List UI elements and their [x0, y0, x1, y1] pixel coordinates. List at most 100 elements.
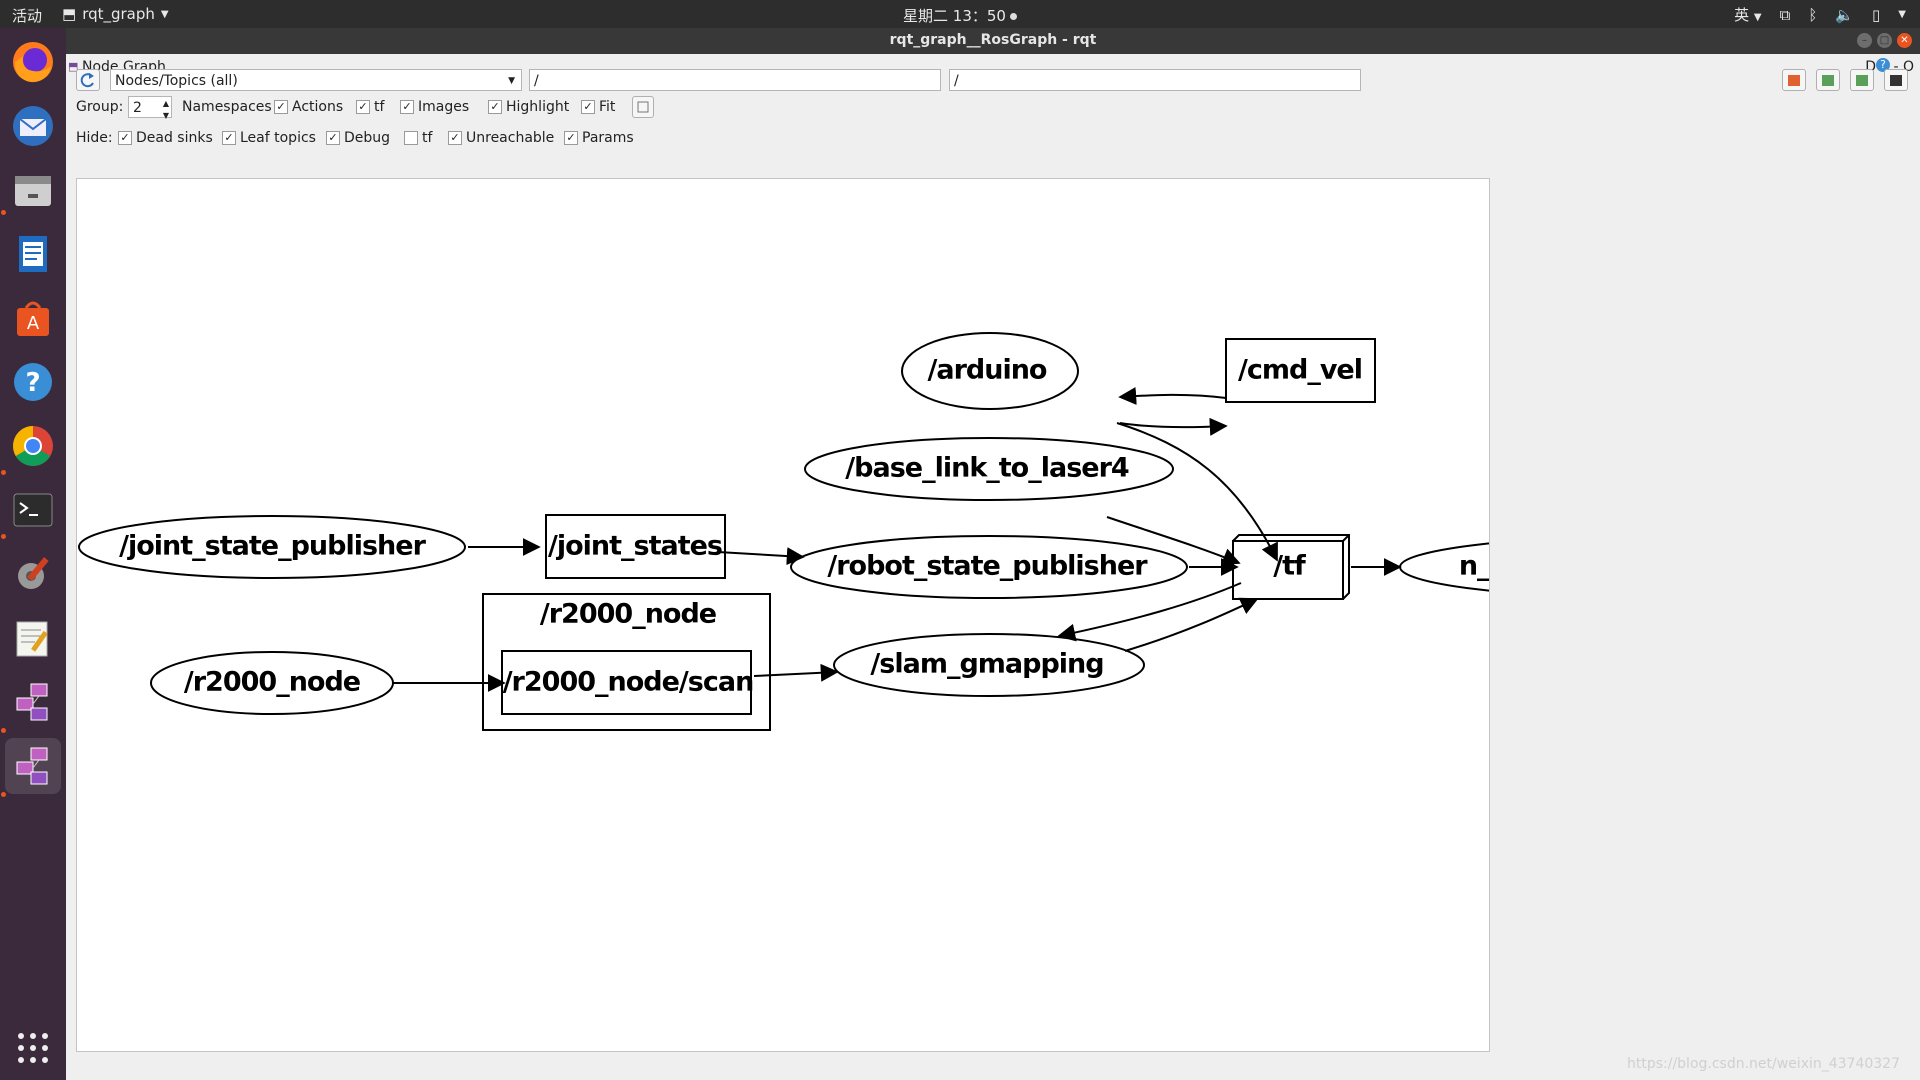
tf-hide-checkbox[interactable]: [404, 131, 418, 145]
software-store-icon: A: [17, 301, 49, 336]
params-checkbox[interactable]: ✓: [564, 131, 578, 145]
unreachable-checkbox[interactable]: ✓: [448, 131, 462, 145]
chrome-icon: [13, 426, 53, 466]
dock-thunderbird[interactable]: [5, 98, 61, 154]
edge-cmd_vel-arduino: [1118, 387, 1227, 405]
rqt-app-icon: ⬒: [62, 5, 77, 23]
dock-writer[interactable]: [5, 226, 61, 282]
fit-checkbox[interactable]: ✓: [581, 100, 595, 114]
show-applications-button[interactable]: [5, 1020, 61, 1076]
dock-help[interactable]: ?: [5, 354, 61, 410]
highlight-checkbox[interactable]: ✓: [488, 100, 502, 114]
topic-filter-input[interactable]: /: [949, 69, 1361, 91]
save-dot-button[interactable]: [1816, 69, 1840, 91]
dock-software[interactable]: A: [5, 290, 61, 346]
help-icon: ?: [14, 363, 52, 401]
save-image-button[interactable]: [1884, 69, 1908, 91]
top-panel: 活动 ⬒ rqt_graph ▼ 星期二 13：50 英 ▼ ⧉ ᛒ 🔈 ▯ ▼: [0, 0, 1920, 28]
ros-graph[interactable]: /arduino /cmd_vel /base_link_to_laser4 /…: [77, 179, 1489, 1051]
graph-labels: /arduino /cmd_vel /base_link_to_laser4 /…: [119, 355, 1489, 698]
chevron-down-icon: ▼: [160, 8, 169, 20]
refresh-button[interactable]: [76, 69, 100, 91]
system-menu-caret-icon[interactable]: ▼: [1898, 9, 1906, 20]
debug-label: Debug: [344, 130, 391, 146]
firefox-icon: [13, 42, 53, 83]
dock-chrome[interactable]: [5, 418, 61, 474]
label-arduino: /arduino: [928, 355, 1047, 386]
hide-label: Hide:: [76, 130, 113, 146]
chevron-down-icon: ▼: [508, 76, 515, 86]
leaf-topics-checkbox[interactable]: ✓: [222, 131, 236, 145]
app-grid-icon: [18, 1033, 48, 1063]
actions-label: Actions: [292, 99, 344, 115]
edge-slam-tf: [1124, 597, 1259, 652]
activities-button[interactable]: 活动: [12, 5, 42, 26]
running-indicator: [1, 728, 6, 733]
input-method-label: 英: [1734, 6, 1750, 24]
actions-checkbox[interactable]: ✓: [274, 100, 288, 114]
unreachable-label: Unreachable: [466, 130, 555, 146]
label-r2000_node: /r2000_node: [184, 667, 360, 698]
group-spinbox[interactable]: 2 ▲ ▼: [128, 96, 172, 120]
app-menu-label: rqt_graph: [82, 5, 155, 23]
edge-arduino-tf: [1116, 422, 1278, 562]
volume-icon[interactable]: 🔈: [1835, 6, 1854, 24]
save-svg-button[interactable]: [1850, 69, 1874, 91]
dock-rqt-1[interactable]: [5, 674, 61, 730]
tf-group-checkbox[interactable]: ✓: [356, 100, 370, 114]
zoom-fit-icon: [637, 101, 649, 113]
close-button[interactable]: ✕: [1897, 33, 1912, 48]
edge-scan-slam: [753, 663, 839, 682]
params-label: Params: [582, 130, 634, 146]
label-rqt_gui: n___rqt_gui_py_node_10242: [1459, 551, 1489, 582]
app-menu[interactable]: ⬒ rqt_graph ▼: [62, 5, 169, 23]
spin-down-icon[interactable]: ▼: [163, 105, 169, 127]
debug-checkbox[interactable]: ✓: [326, 131, 340, 145]
refresh-icon: [80, 73, 94, 88]
dock-files[interactable]: [5, 162, 61, 218]
input-method-indicator[interactable]: 英 ▼: [1734, 4, 1762, 25]
dead-sinks-checkbox[interactable]: ✓: [118, 131, 132, 145]
thunderbird-icon: [13, 106, 53, 146]
edge-arduino-cmd_vel: [1119, 417, 1228, 436]
clock[interactable]: 星期二 13：50: [903, 7, 1017, 25]
label-r2000_scan: /r2000_node/scan: [503, 667, 754, 698]
node-filter-input[interactable]: /: [529, 69, 941, 91]
fit-view-button[interactable]: [632, 96, 654, 118]
watermark: https://blog.csdn.net/weixin_43740327: [1626, 1056, 1900, 1072]
bluetooth-icon[interactable]: ᛒ: [1808, 6, 1817, 24]
dock-terminal[interactable]: [5, 482, 61, 538]
images-checkbox[interactable]: ✓: [400, 100, 414, 114]
tf-hide-label: tf: [422, 130, 433, 146]
clock-label: 星期二 13：50: [903, 7, 1006, 25]
files-icon: [15, 176, 51, 206]
svg-text:A: A: [27, 313, 40, 334]
dock-rqt-2[interactable]: [5, 738, 61, 794]
chevron-down-icon: ▼: [1753, 12, 1762, 23]
graph-mode-select[interactable]: Nodes/Topics (all) ▼: [110, 69, 522, 91]
settings-tools-icon: [18, 557, 49, 589]
window-titlebar[interactable]: rqt_graph__RosGraph - rqt – □ ✕: [66, 28, 1920, 54]
running-indicator: [1, 792, 6, 797]
battery-icon[interactable]: ▯: [1872, 6, 1880, 24]
dock-firefox[interactable]: [5, 34, 61, 90]
label-cmd_vel: /cmd_vel: [1238, 355, 1362, 386]
minimize-button[interactable]: –: [1857, 33, 1872, 48]
dead-sinks-label: Dead sinks: [136, 130, 213, 146]
label-rsp: /robot_state_publisher: [827, 551, 1148, 582]
window-title: rqt_graph__RosGraph - rqt: [889, 32, 1097, 48]
graph-canvas[interactable]: /arduino /cmd_vel /base_link_to_laser4 /…: [76, 178, 1490, 1052]
maximize-button[interactable]: □: [1877, 33, 1892, 48]
label-slam: /slam_gmapping: [870, 649, 1103, 680]
group-value: 2: [133, 100, 142, 116]
namespaces-label[interactable]: Namespaces: [182, 99, 272, 115]
rqt-icon: [16, 747, 48, 785]
network-icon[interactable]: ⧉: [1780, 6, 1791, 24]
dock-text-editor[interactable]: [5, 610, 61, 666]
save-icon: [1856, 75, 1868, 86]
highlight-label: Highlight: [506, 99, 570, 115]
load-dot-button[interactable]: [1782, 69, 1806, 91]
dock-settings[interactable]: [5, 546, 61, 602]
tf-group-label: tf: [374, 99, 385, 115]
group-label: Group:: [76, 99, 124, 115]
